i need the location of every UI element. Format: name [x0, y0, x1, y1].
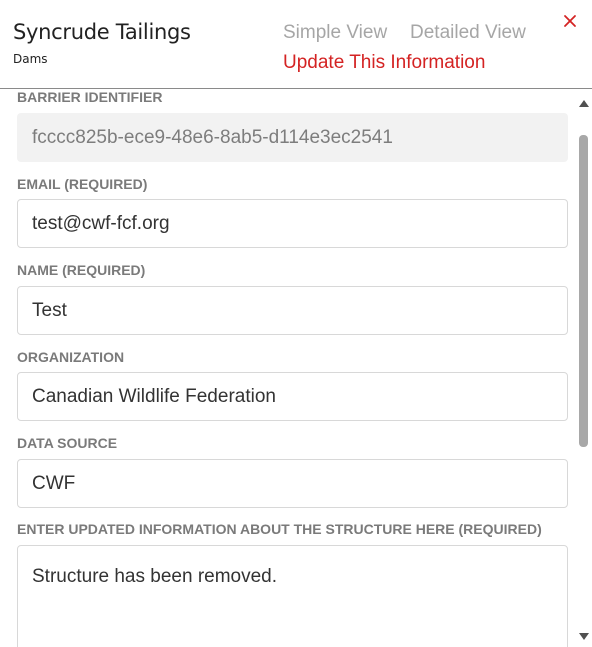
scrollbar-thumb[interactable]	[579, 135, 588, 447]
updated-information-label: ENTER UPDATED INFORMATION ABOUT THE STRU…	[17, 521, 542, 537]
update-information-link[interactable]: Update This Information	[283, 52, 485, 74]
data-source-label: DATA SOURCE	[17, 435, 118, 451]
simple-view-link[interactable]: Simple View	[283, 22, 387, 44]
barrier-identifier-label: BARRIER IDENTIFIER	[17, 89, 163, 105]
vertical-scrollbar[interactable]	[576, 89, 592, 647]
organization-field[interactable]	[17, 372, 568, 421]
feature-type: Dams	[13, 52, 48, 66]
barrier-identifier-field	[17, 113, 568, 162]
updated-information-field[interactable]: Structure has been removed.	[17, 545, 568, 647]
name-label: NAME (REQUIRED)	[17, 262, 146, 278]
close-icon[interactable]	[560, 11, 580, 31]
form-scroll-area: BARRIER IDENTIFIER EMAIL (REQUIRED) NAME…	[0, 89, 576, 647]
name-field[interactable]	[17, 286, 568, 335]
update-information-panel: Syncrude Tailings Dams Simple View Detai…	[0, 0, 592, 647]
email-label: EMAIL (REQUIRED)	[17, 176, 148, 192]
email-field[interactable]	[17, 199, 568, 248]
detailed-view-link[interactable]: Detailed View	[410, 22, 526, 44]
data-source-field[interactable]	[17, 459, 568, 508]
panel-header: Syncrude Tailings Dams Simple View Detai…	[0, 0, 592, 89]
scroll-up-arrow-icon[interactable]	[576, 97, 592, 109]
organization-label: ORGANIZATION	[17, 349, 125, 365]
scroll-down-arrow-icon[interactable]	[576, 629, 592, 641]
feature-title: Syncrude Tailings	[13, 20, 191, 44]
